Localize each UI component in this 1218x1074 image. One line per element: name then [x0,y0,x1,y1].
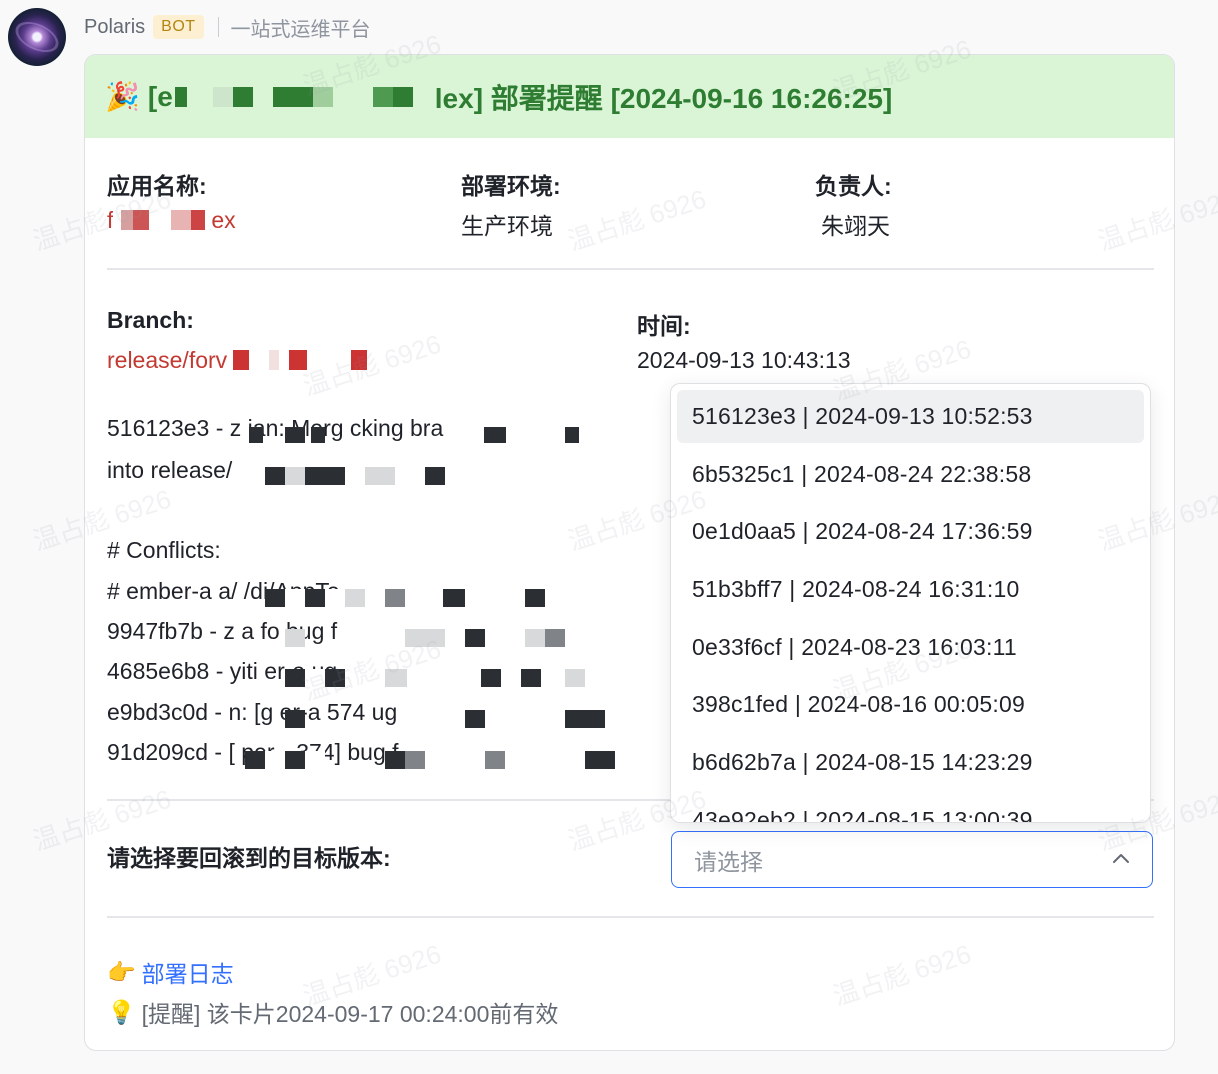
divider [107,268,1154,270]
divider [107,916,1154,918]
dropdown-option[interactable]: 51b3bff7 | 2024-08-24 16:31:10 [677,563,1144,616]
env-value: 生产环境 [461,213,553,239]
pointing-hand-icon: 👉 [107,958,136,985]
expiry-reminder-text: [提醒] 该卡片2024-09-17 00:24:00前有效 [141,1001,559,1027]
dropdown-option[interactable]: 43e92eb2 | 2024-08-15 13:00:39 [677,794,1144,822]
card-title-suffix: lex] 部署提醒 [2024-09-16 16:26:25] [434,82,893,114]
commit-line: into release/ [107,457,233,483]
card-title-prefix: [e [147,80,173,112]
card-header: 🎉 [e lex] 部署提醒 [2024-09-16 16:26:25] [85,55,1174,138]
dropdown-option[interactable]: 516123e3 | 2024-09-13 10:52:53 [677,390,1144,443]
commit-line: 516123e3 - z ian: Merg cking bra [107,415,444,441]
branch-value[interactable]: release/forv [107,347,378,374]
sender-line: Polaris BOT 一站式运维平台 [84,12,371,42]
dropdown-option[interactable]: 6b5325c1 | 2024-08-24 22:38:58 [677,448,1144,501]
sender-description: 一站式运维平台 [230,18,371,41]
light-bulb-icon: 💡 [107,998,136,1025]
expiry-reminder: 💡 [提醒] 该卡片2024-09-17 00:24:00前有效 [107,995,558,1029]
rollback-version-select[interactable]: 请选择 [671,831,1153,888]
chat-message: Polaris BOT 一站式运维平台 🎉 [e lex] 部署提醒 [2024… [0,0,1218,1074]
bot-badge: BOT [153,15,204,39]
time-value: 2024-09-13 10:43:13 [637,347,851,373]
app-name-label: 应用名称: [107,173,207,199]
sender-divider [217,17,219,37]
version-dropdown[interactable]: 516123e3 | 2024-09-13 10:52:53 6b5325c1 … [670,383,1151,823]
app-name-value[interactable]: f ex [107,207,236,234]
chevron-up-icon [1113,854,1129,863]
env-label: 部署环境: [461,173,561,199]
dropdown-option[interactable]: b6d62b7a | 2024-08-15 14:23:29 [677,736,1144,789]
owner-value[interactable]: 朱翊天 [821,207,890,241]
dropdown-option[interactable]: 398c1fed | 2024-08-16 00:05:09 [677,678,1144,731]
select-placeholder: 请选择 [694,848,763,875]
party-popper-icon: 🎉 [105,81,140,112]
dropdown-option[interactable]: 0e1d0aa5 | 2024-08-24 17:36:59 [677,505,1144,558]
app-name-end: ex [211,207,236,233]
deploy-log-text: 部署日志 [141,961,234,987]
deploy-log-link[interactable]: 👉 部署日志 [107,955,234,989]
redacted-title [174,86,433,107]
time-label: 时间: [637,313,691,339]
commit-line: e9bd3c0d - n: [g er-a 574 ug [107,699,398,725]
rollback-label: 请选择要回滚到的目标版本: [107,845,391,871]
dropdown-option[interactable]: 0e33f6cf | 2024-08-23 16:03:11 [677,621,1144,674]
sender-name[interactable]: Polaris [84,16,145,39]
branch-text: release/forv [107,347,228,373]
bot-avatar[interactable] [8,8,66,66]
owner-label: 负责人: [815,173,892,199]
conflicts-heading: # Conflicts: [107,537,221,563]
branch-label: Branch: [107,307,194,333]
